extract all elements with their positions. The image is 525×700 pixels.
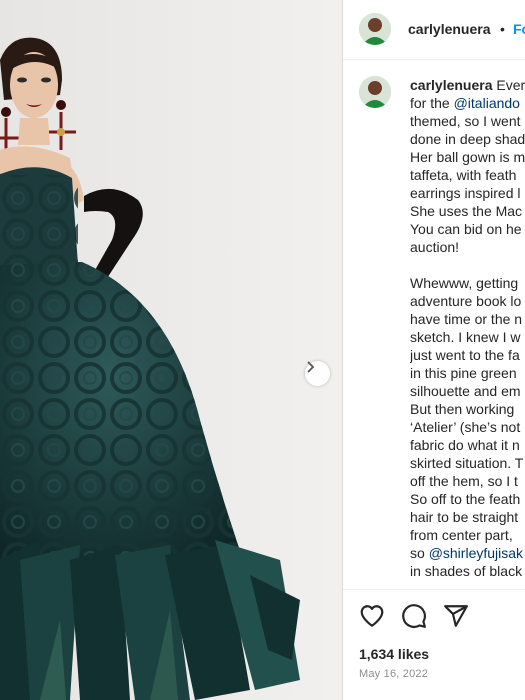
caption-line: in shades of black — [410, 563, 523, 579]
caption-blank-line — [410, 256, 525, 274]
caption-line: in this pine green — [410, 365, 517, 381]
mention-link[interactable]: @italiando — [454, 95, 520, 111]
caption-line: taffeta, with feath — [410, 167, 517, 183]
caption-line: adventure book lo — [410, 293, 522, 309]
separator: • — [500, 21, 505, 37]
caption-line: for the — [410, 95, 454, 111]
post-header: carlylenuera • Fo — [343, 0, 525, 60]
caption-line: Whewww, getting — [410, 275, 519, 291]
post-caption: carlylenuera Ever for the @italiando the… — [410, 76, 525, 586]
heart-icon — [360, 605, 384, 627]
caption-line: done in deep shad — [410, 131, 525, 147]
caption-line: fabric do what it n — [410, 437, 520, 453]
comment-button[interactable] — [401, 603, 427, 629]
follow-button[interactable]: Fo — [513, 21, 525, 37]
mention-link[interactable]: @shirleyfujisak — [429, 545, 523, 561]
caption-line: But then working — [410, 401, 515, 417]
post-actions — [359, 603, 469, 629]
post-photo[interactable] — [0, 0, 342, 700]
avatar[interactable] — [359, 13, 391, 45]
caption-line: She uses the Mac — [410, 203, 523, 219]
share-button[interactable] — [443, 603, 469, 629]
caption-line: sketch. I knew I w — [410, 329, 521, 345]
share-icon — [444, 605, 468, 627]
caption-line: You can bid on he — [410, 221, 522, 237]
caption-line: ‘Atelier’ (she’s not — [410, 419, 521, 435]
caption-avatar[interactable] — [359, 76, 391, 108]
caption-line: Ever — [496, 77, 525, 93]
divider — [343, 589, 525, 590]
post-date: May 16, 2022 — [359, 668, 429, 680]
like-button[interactable] — [359, 603, 385, 629]
caption-line: have time or the n — [410, 311, 523, 327]
post-side-panel: carlylenuera • Fo carlylenuera Ever for … — [342, 0, 525, 700]
caption-line: skirted situation. T — [410, 455, 524, 471]
comment-icon — [402, 604, 426, 628]
caption-line: Her ball gown is m — [410, 149, 525, 165]
likes-count[interactable]: 1,634 likes — [359, 646, 429, 662]
caption-line: silhouette and em — [410, 383, 521, 399]
caption-username[interactable]: carlylenuera — [410, 77, 493, 93]
caption-line: off the hem, so I t — [410, 473, 518, 489]
chevron-right-icon — [307, 361, 315, 373]
caption-line: so — [410, 545, 429, 561]
author-username[interactable]: carlylenuera — [408, 21, 491, 37]
caption-line: earrings inspired l — [410, 185, 521, 201]
caption-line: hair to be straight — [410, 509, 519, 525]
doll-illustration — [0, 0, 342, 700]
next-image-button[interactable] — [305, 361, 330, 386]
caption-line: themed, so I went — [410, 113, 521, 129]
caption-line: from center part, — [410, 527, 513, 543]
caption-line: auction! — [410, 239, 460, 255]
caption-line: So off to the feath — [410, 491, 521, 507]
caption-line: just went to the fa — [410, 347, 520, 363]
